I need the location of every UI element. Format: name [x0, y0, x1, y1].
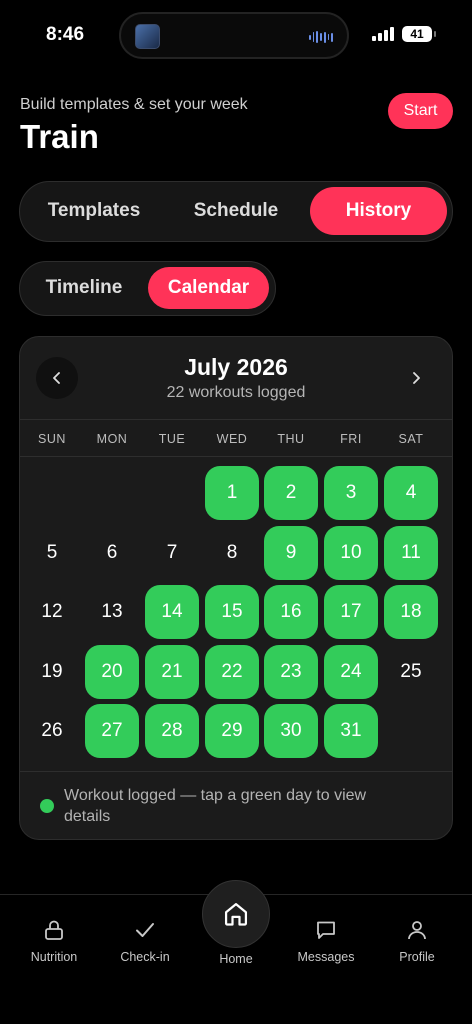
- calendar-day-logged[interactable]: 22: [205, 645, 259, 699]
- weekday-sun: SUN: [38, 432, 66, 446]
- calendar-day-logged[interactable]: 27: [85, 704, 139, 758]
- calendar-day: 25: [400, 661, 422, 682]
- calendar-day: 8: [226, 542, 238, 563]
- calendar-day-logged[interactable]: 20: [85, 645, 139, 699]
- calendar-day: 19: [41, 661, 63, 682]
- calendar-day-logged[interactable]: 14: [145, 585, 199, 639]
- nav-profile[interactable]: Profile: [377, 918, 457, 964]
- calendar-day-logged[interactable]: 16: [264, 585, 318, 639]
- nav-home-label: Home: [219, 952, 253, 966]
- nav-home[interactable]: [202, 880, 270, 948]
- main-tab-bar: Templates Schedule History: [19, 181, 453, 242]
- chat-bubble-icon: [317, 921, 335, 939]
- legend-divider: [20, 771, 452, 772]
- calendar-day-logged[interactable]: 23: [264, 645, 318, 699]
- workouts-count: 22 workouts logged: [166, 384, 306, 401]
- tab-templates[interactable]: Templates: [26, 187, 162, 235]
- nav-nutrition-label: Nutrition: [30, 950, 78, 964]
- calendar-day-logged[interactable]: 31: [324, 704, 378, 758]
- home-icon: [224, 902, 248, 926]
- now-playing-thumbnail: [135, 24, 160, 49]
- calendar-day-logged[interactable]: 21: [145, 645, 199, 699]
- start-button[interactable]: Start: [388, 93, 453, 129]
- person-icon: [408, 921, 426, 940]
- battery-icon: 41: [402, 26, 436, 42]
- calendar-day-logged[interactable]: 2: [264, 466, 318, 520]
- dynamic-island: [119, 12, 349, 59]
- calendar-day-logged[interactable]: 4: [384, 466, 438, 520]
- weekday-tue: TUE: [158, 432, 186, 446]
- calendar-day-logged[interactable]: 9: [264, 526, 318, 580]
- calendar-day-logged[interactable]: 28: [145, 704, 199, 758]
- tab-history[interactable]: History: [310, 187, 447, 235]
- calendar-day-logged[interactable]: 30: [264, 704, 318, 758]
- weekday-mon: MON: [96, 432, 128, 446]
- nav-messages-label: Messages: [297, 950, 355, 964]
- weekday-divider: [20, 456, 452, 457]
- calendar-day: 6: [106, 542, 118, 563]
- status-time: 8:46: [46, 24, 85, 45]
- nav-nutrition[interactable]: Nutrition: [14, 918, 94, 964]
- weekday-thu: THU: [277, 432, 305, 446]
- checkmark-icon: [136, 923, 154, 937]
- calendar-day: 5: [46, 542, 58, 563]
- tab-timeline[interactable]: Timeline: [26, 267, 142, 309]
- nav-check-in-label: Check-in: [120, 950, 170, 964]
- calendar-day: 13: [101, 601, 123, 622]
- calendar-day-logged[interactable]: 10: [324, 526, 378, 580]
- calendar-day-logged[interactable]: 15: [205, 585, 259, 639]
- page-subtitle: Build templates & set your week: [20, 96, 248, 113]
- lock-icon: [45, 920, 63, 940]
- calendar-day-logged[interactable]: 17: [324, 585, 378, 639]
- tab-schedule[interactable]: Schedule: [168, 187, 304, 235]
- tab-calendar[interactable]: Calendar: [148, 267, 269, 309]
- calendar-day-logged[interactable]: 24: [324, 645, 378, 699]
- page-title: Train: [20, 118, 99, 155]
- calendar-day-logged[interactable]: 18: [384, 585, 438, 639]
- calendar-day-logged[interactable]: 3: [324, 466, 378, 520]
- month-label: July 2026: [184, 354, 288, 380]
- calendar-day-logged[interactable]: 11: [384, 526, 438, 580]
- audio-waveform-icon: [309, 31, 334, 43]
- weekday-sat: SAT: [398, 432, 424, 446]
- next-month-button[interactable]: [395, 357, 437, 399]
- weekday-wed: WED: [216, 432, 248, 446]
- calendar-header-divider: [20, 419, 452, 420]
- legend-dot-icon: [40, 799, 54, 813]
- calendar-card: July 2026 22 workouts logged SUN MON TUE WE…: [19, 336, 453, 840]
- nav-messages[interactable]: Messages: [286, 918, 366, 964]
- calendar-day: 26: [41, 720, 63, 741]
- calendar-day: 7: [166, 542, 178, 563]
- nav-profile-label: Profile: [399, 950, 435, 964]
- cellular-signal-icon: [372, 27, 394, 41]
- calendar-day-logged[interactable]: 1: [205, 466, 259, 520]
- chevron-right-icon: [413, 372, 420, 384]
- legend-text: Workout logged — tap a green day to view…: [64, 787, 367, 825]
- view-tab-bar: Timeline Calendar: [19, 261, 276, 316]
- calendar-day-logged[interactable]: 29: [205, 704, 259, 758]
- nav-check-in[interactable]: Check-in: [105, 918, 185, 964]
- weekday-fri: FRI: [340, 432, 362, 446]
- calendar-day: 12: [41, 601, 63, 622]
